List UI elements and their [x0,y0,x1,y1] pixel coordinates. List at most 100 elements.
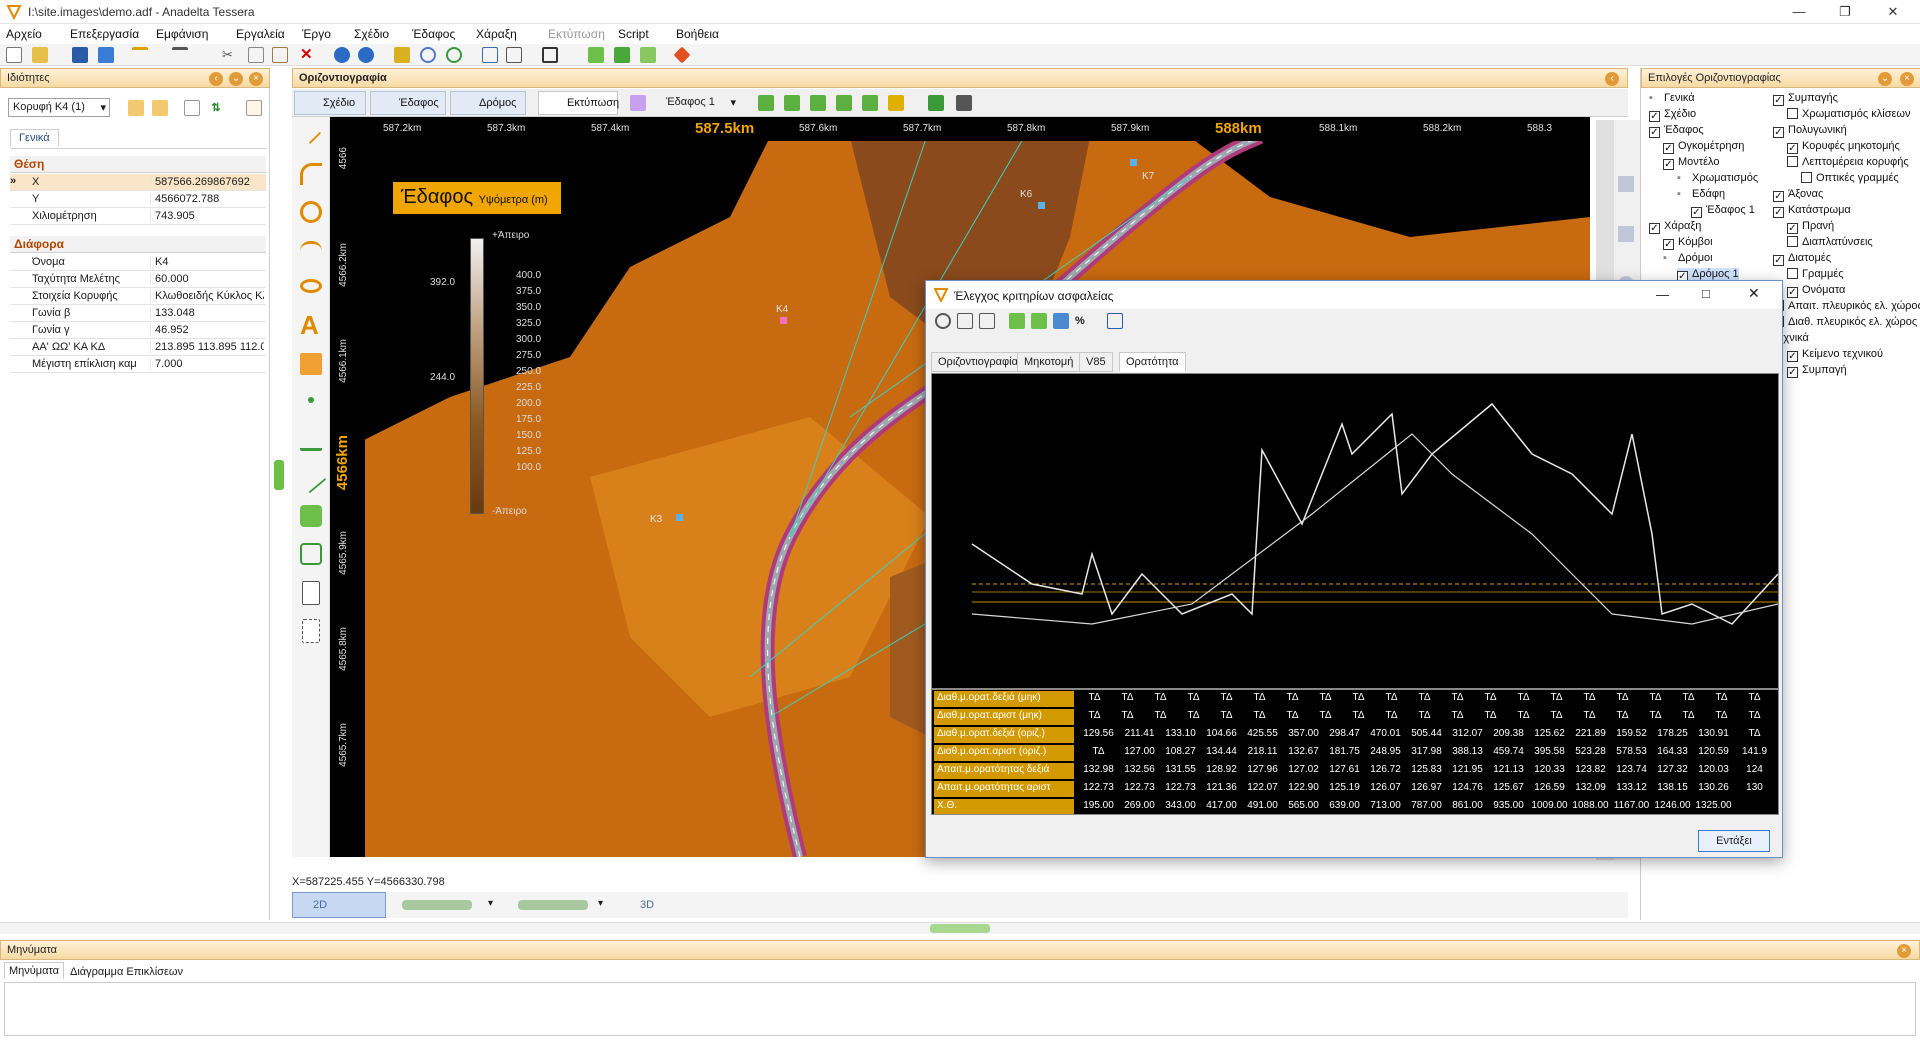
close-icon[interactable]: ✕ [1870,0,1916,24]
paste-icon[interactable] [272,47,288,63]
tab-messages[interactable]: Μηνύματα [4,962,65,979]
grid-view-icon[interactable] [184,100,200,116]
tab-horizontal[interactable]: Οριζοντιογραφία [931,352,1025,372]
tree-item[interactable]: ✓ Άξονας [1773,188,1823,202]
terrain-tool-2-icon[interactable] [784,95,800,111]
vertex-marker[interactable] [780,317,787,324]
options-close-icon[interactable]: × [1900,72,1914,86]
property-row[interactable]: Στοιχεία Κορυφής Κλωθοειδής Κύκλος Κλωθ [10,288,266,305]
text-tool-icon[interactable]: A [300,312,324,338]
forward-icon[interactable] [358,47,374,63]
checkbox-icon[interactable]: ✓ [1787,367,1798,378]
tree-item[interactable]: ▪ Δρόμοι [1663,252,1713,264]
layers-icon[interactable] [630,95,646,111]
property-row[interactable]: Όνομα K4 [10,254,266,271]
mode-3d-button[interactable]: 3D [632,894,692,916]
panel-back-icon[interactable]: ‹ [209,72,223,86]
property-value[interactable]: 133.048 [150,307,264,319]
checkbox-icon[interactable]: ✓ [1773,191,1784,202]
property-row[interactable]: Y 4566072.788 [10,191,266,208]
checkbox-icon[interactable] [1787,268,1798,279]
ellipse-tool-icon[interactable] [300,279,322,293]
terrain-tool-1-icon[interactable] [758,95,774,111]
tree-item[interactable]: ✓ Έδαφος 1 [1691,204,1755,218]
export-icon[interactable] [979,313,995,329]
menu-item[interactable]: Εμφάνιση [156,27,208,41]
arc-tool-icon[interactable] [300,163,322,185]
mode-2d-button[interactable]: 2D [292,892,386,918]
grid-green-icon[interactable] [588,47,604,63]
property-value[interactable]: 587566.269867692 [150,176,264,188]
property-value[interactable]: 213.895 113.895 112.0 [150,341,264,353]
messages-close-icon[interactable]: × [1897,944,1911,958]
polygon-tool-icon[interactable] [300,505,322,527]
tab-drawing[interactable]: Σχέδιο [294,91,366,115]
tree-item[interactable]: Απαιτ. πλευρικός ελ. χώρος [1773,300,1920,312]
layer-select[interactable]: Έδαφος 1 ▾ [662,94,740,112]
tree-item[interactable]: ✓ Κορυφές μηκοτομής [1787,140,1900,154]
vertex-marker[interactable] [1038,202,1045,209]
table-icon[interactable] [1107,313,1123,329]
options-menu-icon[interactable]: ⌄ [1878,72,1892,86]
tree-item[interactable]: ✓ Μοντέλο [1663,156,1719,170]
restore-icon[interactable]: ❐ [1822,0,1868,24]
export-icon[interactable] [506,47,522,63]
property-row[interactable]: Ταχύτητα Μελέτης 60.000 [10,271,266,288]
view-collapse-icon[interactable]: ‹ [1605,72,1619,86]
pentagon-tool-icon[interactable] [300,543,322,565]
back-icon[interactable] [334,47,350,63]
tree-item[interactable]: Γραμμές [1787,268,1844,280]
zoom-icon[interactable] [935,313,951,329]
horizontal-splitter[interactable] [0,922,1920,934]
tab-print[interactable]: Εκτύπωση [538,91,619,115]
checkbox-icon[interactable] [1787,108,1798,119]
notes-icon[interactable] [246,100,262,116]
checkbox-icon[interactable]: ✓ [1649,127,1660,138]
tree-item[interactable]: Χρωματισμός κλίσεων [1787,108,1911,120]
cut-icon[interactable]: ✂ [222,47,238,63]
tree-item[interactable]: ▪ Γενικά [1649,92,1695,104]
page-tool-icon[interactable] [302,581,320,605]
arrow-both-icon[interactable] [1053,313,1069,329]
print-icon[interactable] [957,313,973,329]
chevron-down-icon[interactable]: ▾ [598,898,603,909]
point-tool-icon[interactable] [308,397,314,403]
copy-prop-icon[interactable] [128,100,144,116]
tree-item[interactable]: ▪ Εδάφη [1677,188,1725,200]
panel-close-icon[interactable]: × [249,72,263,86]
property-value[interactable]: K4 [150,256,264,268]
tree-item[interactable]: Οπτικές γραμμές [1801,172,1899,184]
tree-item[interactable]: Διαπλατύνσεις [1787,236,1873,248]
tree-item[interactable]: ✓ Συμπαγή [1787,364,1847,378]
checkbox-icon[interactable]: ✓ [1773,255,1784,266]
new-file-icon[interactable] [6,47,22,63]
save-as-icon[interactable] [98,47,114,63]
checkbox-icon[interactable]: ✓ [1691,207,1702,218]
tab-longitudinal[interactable]: Μηκοτομή [1017,352,1081,372]
menu-item[interactable]: Αρχείο [6,27,42,41]
page-icon[interactable] [482,47,498,63]
node-icon[interactable] [928,95,944,111]
tree-item[interactable]: Λεπτομέρεια κορυφής [1787,156,1909,168]
copy-icon[interactable] [248,47,264,63]
property-value[interactable]: 743.905 [150,210,264,222]
table-green-icon[interactable] [614,47,630,63]
property-row[interactable]: » X 587566.269867692 [10,174,266,191]
panel-menu-icon[interactable]: ⌄ [229,72,243,86]
dialog-maximize-icon[interactable]: □ [1702,286,1710,301]
chevron-down-icon[interactable]: ▾ [488,898,493,909]
profile-mode-icon[interactable] [402,900,472,910]
paste-prop-icon[interactable] [152,100,168,116]
chart-green-icon[interactable] [640,47,656,63]
tree-item[interactable]: ✓ Πρανή [1787,220,1834,234]
checkbox-icon[interactable]: ✓ [1773,207,1784,218]
menu-item[interactable]: Script [618,27,649,41]
arrow-right-icon[interactable] [1031,313,1047,329]
tree-item[interactable]: ✓ Πολυγωνική [1773,124,1847,138]
layout-icon[interactable] [542,47,558,63]
checkbox-icon[interactable]: ✓ [1663,159,1674,170]
tab-general[interactable]: Γενικά [10,129,59,146]
curve-tool-icon[interactable] [300,241,322,255]
terrain-tool-3-icon[interactable] [810,95,826,111]
tools-icon[interactable] [673,46,691,64]
